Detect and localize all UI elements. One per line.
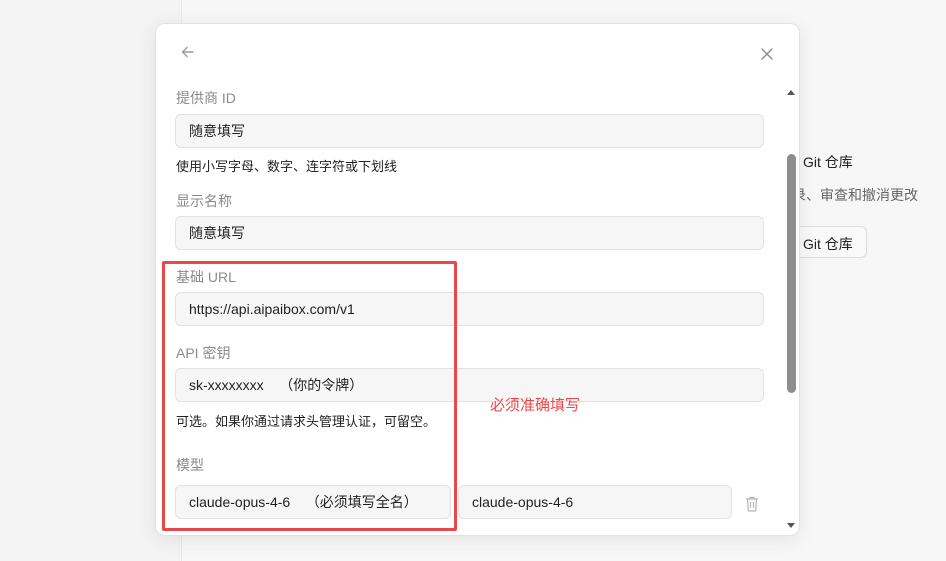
annotation-highlight-box [162, 261, 457, 531]
trash-icon [746, 496, 758, 512]
scroll-down-icon[interactable] [787, 523, 795, 528]
git-repo-description: 录、审查和撤消更改 [792, 187, 918, 203]
provider-id-hint: 使用小写字母、数字、连字符或下划线 [176, 159, 398, 174]
close-icon [761, 48, 773, 60]
model-name-input[interactable] [458, 485, 732, 519]
close-button[interactable] [757, 44, 777, 64]
arrow-left-icon [181, 46, 194, 58]
scrollbar-thumb[interactable] [787, 154, 796, 393]
provider-id-input[interactable] [175, 114, 764, 148]
scroll-up-icon[interactable] [787, 90, 795, 95]
display-name-label: 显示名称 [176, 193, 232, 209]
delete-model-button[interactable] [744, 495, 760, 513]
display-name-input[interactable] [175, 216, 764, 250]
git-repo-title: Git 仓库 [803, 154, 853, 170]
provider-id-label: 提供商 ID [176, 90, 236, 106]
back-button[interactable] [178, 42, 198, 62]
annotation-text: 必须准确填写 [490, 397, 581, 414]
